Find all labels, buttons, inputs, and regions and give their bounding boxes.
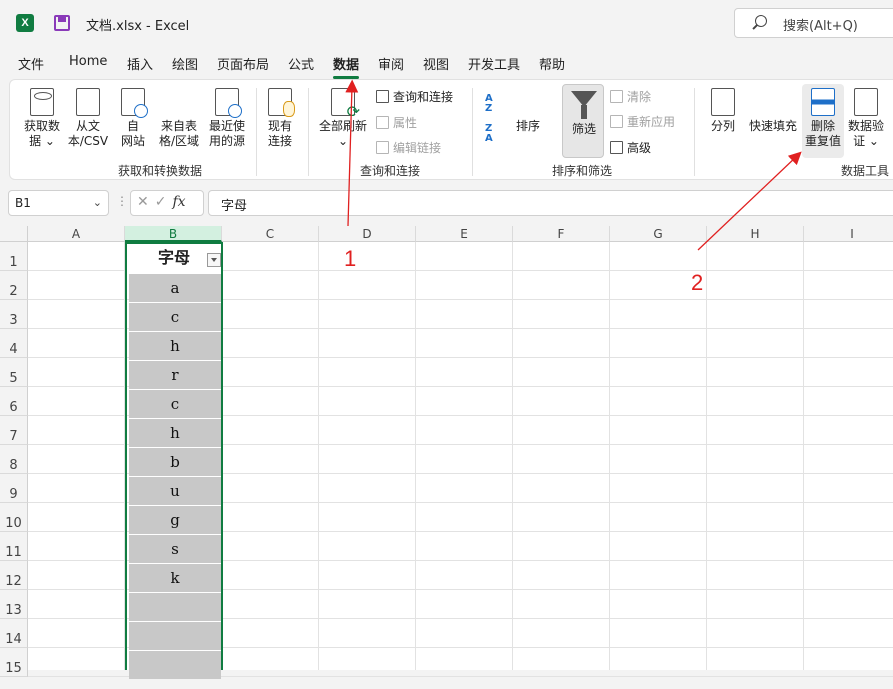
annotation-layer (345, 79, 802, 251)
annotation-label-1: 1 (344, 246, 357, 271)
annotation-label-2: 2 (691, 270, 704, 295)
annotation-arrow-1 (345, 79, 359, 227)
annotation-arrow-2 (697, 151, 802, 251)
